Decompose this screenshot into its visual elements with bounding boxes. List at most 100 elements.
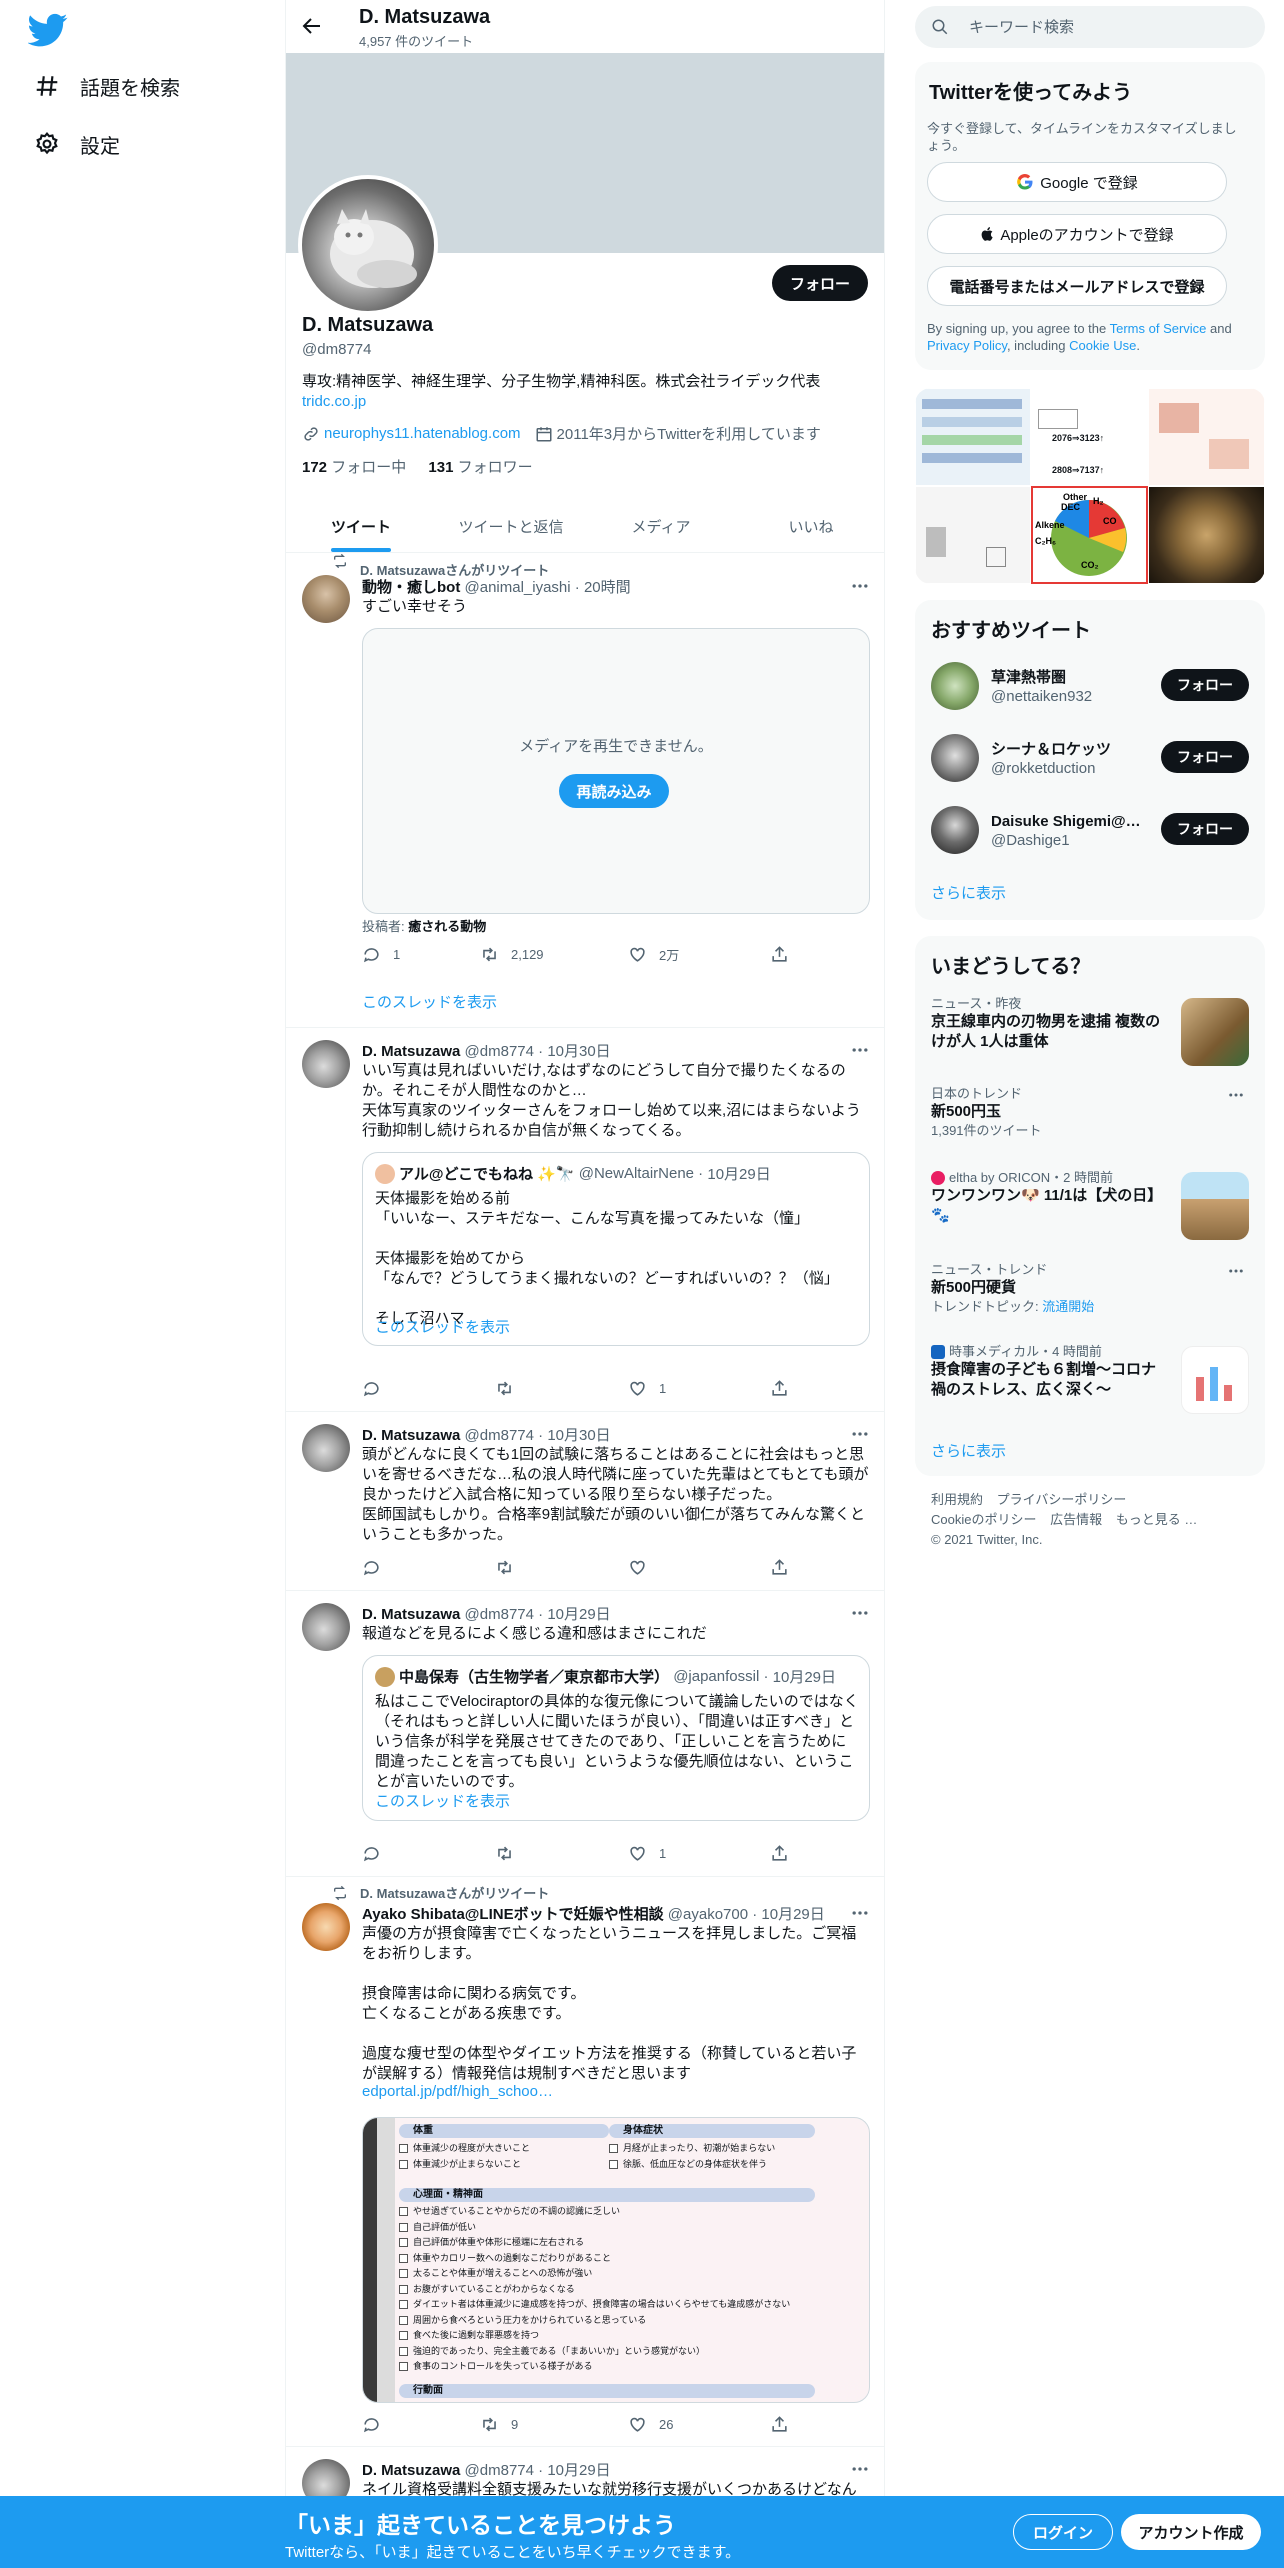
quote-show-thread-link[interactable]: このスレッドを表示: [375, 1790, 510, 1811]
tweet[interactable]: D. Matsuzawa @dm8774 · 10月30日 頭がどんなに良くても…: [286, 1412, 884, 1591]
retweet-button[interactable]: [495, 1379, 526, 1398]
reply-button[interactable]: [362, 1558, 393, 1577]
footer-link-privacy[interactable]: プライバシーポリシー: [997, 1492, 1127, 1507]
reply-button[interactable]: [362, 2415, 393, 2434]
tab-tweets-replies[interactable]: ツイートと返信: [436, 500, 586, 552]
like-button[interactable]: 2万: [628, 945, 679, 964]
twitter-logo-icon[interactable]: [28, 10, 68, 50]
apple-signup-button[interactable]: Appleのアカウントで登録: [927, 214, 1227, 254]
like-button[interactable]: 1: [628, 1844, 666, 1863]
media-thumb[interactable]: 2076⇒3123↑ 2808⇒7137↑: [1031, 388, 1148, 486]
trend-item[interactable]: ニュース・昨夜 京王線車内の刃物男を逮捕 複数のけが人 1人は重体: [931, 996, 1249, 1068]
profile-avatar[interactable]: [298, 175, 438, 315]
who-to-follow-more-link[interactable]: さらに表示: [931, 882, 1006, 903]
back-arrow-icon[interactable]: [300, 14, 324, 38]
tweet-time[interactable]: 10月30日: [547, 1427, 610, 1444]
follow-button[interactable]: フォロー: [1161, 669, 1249, 701]
tweet-image-document[interactable]: 体重 身体症状 体重減少の程度が大きいこと 体重減少が止まらないこと 月経が止まっ…: [362, 2117, 870, 2403]
profile-website-link[interactable]: neurophys11.hatenablog.com: [324, 425, 521, 442]
reply-button[interactable]: 1: [362, 945, 400, 964]
tweet-author-name[interactable]: D. Matsuzawa: [362, 1606, 460, 1623]
trend-topic-link[interactable]: 流通開始: [1042, 1299, 1094, 1314]
phone-email-signup-button[interactable]: 電話番号またはメールアドレスで登録: [927, 266, 1227, 306]
profile-bio-link[interactable]: tridc.co.jp: [302, 393, 366, 410]
tweet-time[interactable]: 10月29日: [547, 2462, 610, 2479]
tweet-author-name[interactable]: D. Matsuzawa: [362, 1043, 460, 1060]
nav-settings[interactable]: 設定: [34, 124, 120, 164]
media-thumb[interactable]: [1148, 388, 1265, 486]
quote-tweet[interactable]: アル@どこでもねね ✨🔭 @NewAltairNene · 10月29日 天体撮…: [362, 1152, 870, 1346]
terms-of-service-link[interactable]: Terms of Service: [1110, 321, 1207, 336]
follow-suggestion[interactable]: 草津熱帯圏 @nettaiken932 フォロー: [931, 660, 1249, 710]
tweet[interactable]: D. Matsuzawa @dm8774 · 10月29日 報道などを見るによく…: [286, 1591, 884, 1877]
retweet-button[interactable]: [495, 1844, 526, 1863]
signup-button[interactable]: アカウント作成: [1121, 2514, 1261, 2550]
footer-link-terms[interactable]: 利用規約: [931, 1492, 983, 1507]
follow-button[interactable]: フォロー: [1161, 741, 1249, 773]
media-thumb[interactable]: [915, 486, 1031, 584]
reload-button[interactable]: 再読み込み: [559, 774, 669, 808]
share-button[interactable]: [770, 1379, 801, 1398]
search-bar[interactable]: [915, 6, 1265, 48]
more-icon[interactable]: [850, 576, 870, 596]
share-button[interactable]: [770, 2415, 801, 2434]
tweet[interactable]: D. Matsuzawaさんがリツイート 動物・癒しbot @animal_iy…: [286, 553, 884, 1028]
retweet-button[interactable]: [495, 1558, 526, 1577]
tweet-avatar[interactable]: [302, 575, 350, 623]
show-thread-link[interactable]: このスレッドを表示: [362, 991, 497, 1012]
tab-tweets[interactable]: ツイート: [286, 500, 436, 552]
footer-link-more[interactable]: もっと見る …: [1116, 1512, 1198, 1527]
trend-item[interactable]: 日本のトレンド 新500円玉 1,391件のツイート: [931, 1086, 1249, 1146]
tweet-author-name[interactable]: D. Matsuzawa: [362, 1427, 460, 1444]
tweet-author-handle[interactable]: @animal_iyashi: [465, 579, 571, 596]
footer-link-ads[interactable]: 広告情報: [1050, 1512, 1102, 1527]
footer-link-cookie[interactable]: Cookieのポリシー: [931, 1512, 1036, 1527]
tab-likes[interactable]: いいね: [736, 500, 884, 552]
like-button[interactable]: 1: [628, 1379, 666, 1398]
retweet-button[interactable]: 9: [480, 2415, 518, 2434]
tweet-author-handle[interactable]: @ayako700: [668, 1906, 748, 1923]
tweet-avatar[interactable]: [302, 1424, 350, 1472]
tweet-time[interactable]: 10月29日: [547, 1606, 610, 1623]
trends-more-link[interactable]: さらに表示: [931, 1440, 1006, 1461]
tweet-author-name[interactable]: 動物・癒しbot: [362, 579, 460, 596]
follow-button[interactable]: フォロー: [1161, 813, 1249, 845]
more-icon[interactable]: [850, 2459, 870, 2479]
reply-button[interactable]: [362, 1844, 393, 1863]
media-thumb[interactable]: [915, 388, 1031, 486]
posted-by-name[interactable]: 癒される動物: [408, 919, 486, 934]
tweet-time[interactable]: 20時間: [584, 579, 631, 596]
nav-explore[interactable]: 話題を検索: [34, 66, 180, 106]
more-icon[interactable]: [1227, 1262, 1245, 1280]
reply-button[interactable]: [362, 1379, 393, 1398]
more-icon[interactable]: [1227, 1086, 1245, 1104]
share-button[interactable]: [770, 945, 801, 964]
tweet-author-name[interactable]: Ayako Shibata@LINEボットで妊娠や性相談: [362, 1906, 664, 1923]
more-icon[interactable]: [850, 1040, 870, 1060]
tweet-time[interactable]: 10月29日: [761, 1906, 824, 1923]
following-link[interactable]: 172 フォロー中: [302, 459, 406, 476]
tweet[interactable]: D. Matsuzawa @dm8774 · 10月30日 いい写真は見ればいい…: [286, 1028, 884, 1412]
tweet-author-handle[interactable]: @dm8774: [465, 1043, 534, 1060]
trend-item[interactable]: eltha by ORICON・2 時間前 ワンワンワン🐶 11/1は【犬の日】…: [931, 1170, 1249, 1244]
tweet-time[interactable]: 10月30日: [547, 1043, 610, 1060]
login-button[interactable]: ログイン: [1013, 2514, 1113, 2550]
tweet-avatar[interactable]: [302, 1903, 350, 1951]
media-thumb-pie-chart[interactable]: Other DEC H₂ Alkene C₂H₆ CO CO₂: [1031, 486, 1148, 584]
quote-tweet[interactable]: 中島保寿（古生物学者／東京都市大学） @japanfossil · 10月29日…: [362, 1655, 870, 1821]
privacy-policy-link[interactable]: Privacy Policy: [927, 338, 1007, 353]
follow-suggestion[interactable]: シーナ＆ロケッツ @rokketduction フォロー: [931, 732, 1249, 782]
cookie-use-link[interactable]: Cookie Use: [1069, 338, 1136, 353]
tweet-avatar[interactable]: [302, 1040, 350, 1088]
retweet-button[interactable]: 2,129: [480, 945, 544, 964]
more-icon[interactable]: [850, 1603, 870, 1623]
trend-item[interactable]: ニュース・トレンド 新500円硬貨 トレンドトピック: 流通開始: [931, 1262, 1249, 1322]
tweet-author-handle[interactable]: @dm8774: [465, 2462, 534, 2479]
tweet-link[interactable]: edportal.jp/pdf/high_schoo…: [362, 2083, 553, 2100]
quote-show-thread-link[interactable]: このスレッドを表示: [375, 1316, 510, 1337]
tab-media[interactable]: メディア: [586, 500, 736, 552]
tweet-author-name[interactable]: D. Matsuzawa: [362, 2462, 460, 2479]
share-button[interactable]: [770, 1844, 801, 1863]
more-icon[interactable]: [850, 1903, 870, 1923]
like-button[interactable]: 26: [628, 2415, 673, 2434]
